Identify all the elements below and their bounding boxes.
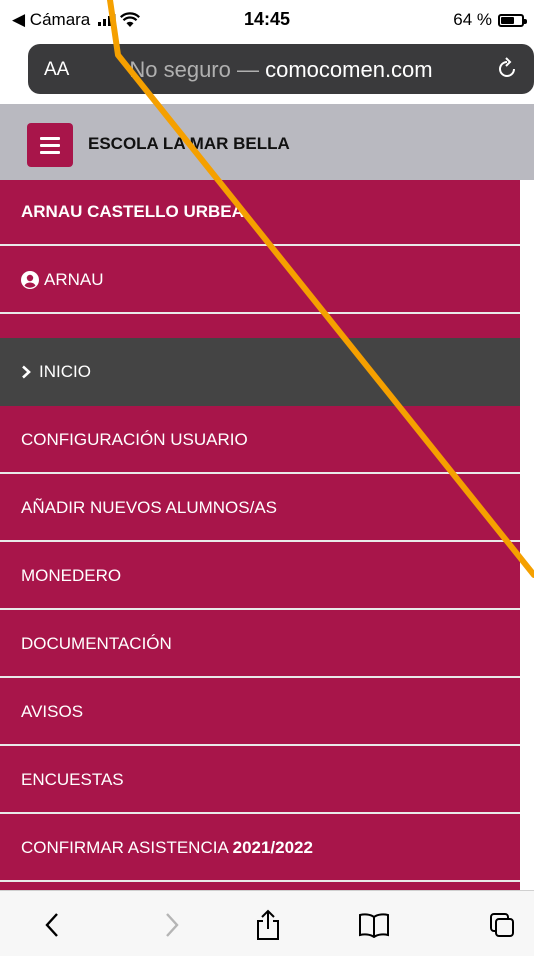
chevron-right-icon <box>22 365 31 379</box>
battery-icon <box>498 13 527 27</box>
username: ARNAU <box>44 270 104 289</box>
menu-item-label: CONFIRMAR ASISTENCIA <box>21 838 228 857</box>
menu-item-label: CONFIGURACIÓN USUARIO <box>21 430 248 449</box>
menu-user-profile[interactable]: ARNAU <box>0 246 520 314</box>
user-circle-icon <box>21 271 39 289</box>
battery-fill <box>501 16 514 24</box>
chevron-left-icon <box>45 913 58 937</box>
menu-spacer <box>0 314 520 338</box>
tabs-button[interactable] <box>482 905 522 945</box>
book-icon <box>359 913 389 938</box>
reload-icon[interactable] <box>494 55 520 83</box>
school-name: ESCOLA LA MAR BELLA <box>88 134 290 153</box>
battery-status: 64 % <box>453 10 527 30</box>
address-bar[interactable]: AA No seguro — comocomen.com <box>28 44 534 94</box>
menu-user-name: ARNAU CASTELLO URBEA <box>0 180 520 246</box>
user-full-name: ARNAU CASTELLO URBEA <box>21 202 244 221</box>
battery-percent: 64 % <box>453 10 492 29</box>
browser-address-area: AA No seguro — comocomen.com <box>0 40 534 104</box>
menu-item-label: AÑADIR NUEVOS ALUMNOS/AS <box>21 498 278 517</box>
menu-item-avisos[interactable]: AVISOS <box>0 678 520 746</box>
hamburger-line <box>40 150 60 154</box>
share-button[interactable] <box>248 905 288 945</box>
chevron-right-icon <box>166 913 179 937</box>
share-icon <box>257 909 279 940</box>
menu-item-label: MONEDERO <box>21 566 122 585</box>
back-button[interactable] <box>32 905 72 945</box>
hamburger-menu-button[interactable] <box>27 123 73 167</box>
domain-label: comocomen.com <box>265 57 433 82</box>
menu-item-label: AVISOS <box>21 702 84 721</box>
forward-button[interactable] <box>152 905 192 945</box>
status-bar: ◀ Cámara 14:45 64 % <box>0 0 534 40</box>
hamburger-line <box>40 143 60 147</box>
menu-item-label: INICIO <box>39 362 91 381</box>
menu-item-monedero[interactable]: MONEDERO <box>0 542 520 610</box>
menu-item-year: 2021/2022 <box>232 838 313 857</box>
menu-item-confirmar-asistencia[interactable]: CONFIRMAR ASISTENCIA 2021/2022 <box>0 814 520 882</box>
menu-item-label: ENCUESTAS <box>21 770 124 789</box>
bookmarks-button[interactable] <box>354 905 394 945</box>
tabs-icon <box>490 913 514 937</box>
menu-item-encuestas[interactable]: ENCUESTAS <box>0 746 520 814</box>
menu-next-item-edge <box>0 882 520 890</box>
site-header: ESCOLA LA MAR BELLA <box>0 104 534 180</box>
url-display[interactable]: No seguro — comocomen.com <box>28 57 534 83</box>
hamburger-line <box>40 136 60 140</box>
browser-toolbar <box>0 890 534 956</box>
menu-item-anadir-alumnos[interactable]: AÑADIR NUEVOS ALUMNOS/AS <box>0 474 520 542</box>
insecure-label: No seguro — <box>129 57 259 82</box>
menu-item-inicio[interactable]: INICIO <box>0 338 520 406</box>
menu-item-configuracion-usuario[interactable]: CONFIGURACIÓN USUARIO <box>0 406 520 474</box>
menu-item-documentacion[interactable]: DOCUMENTACIÓN <box>0 610 520 678</box>
menu-item-label: DOCUMENTACIÓN <box>21 634 172 653</box>
